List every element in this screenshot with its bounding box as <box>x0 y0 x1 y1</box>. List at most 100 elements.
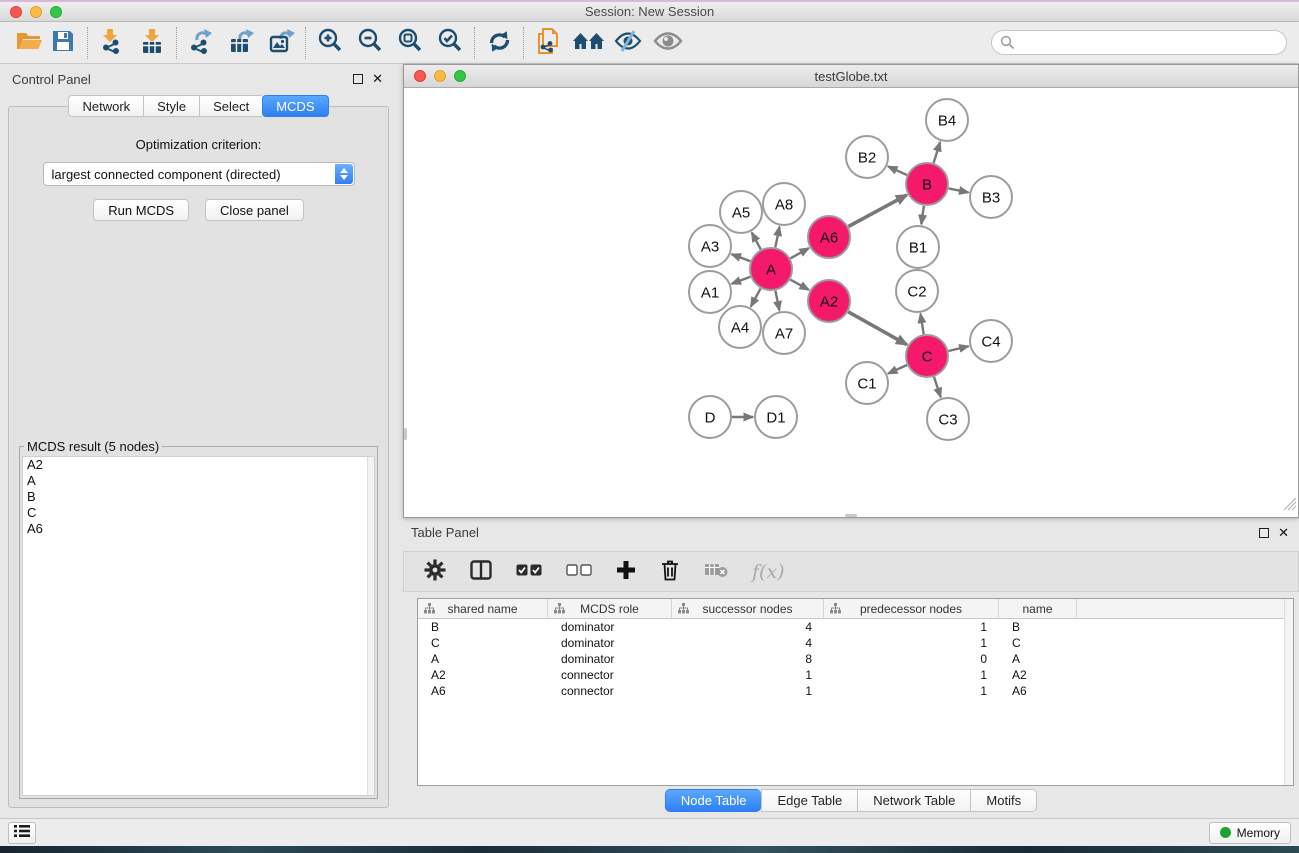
import-network-button[interactable] <box>95 26 129 60</box>
search-input[interactable] <box>991 30 1287 55</box>
close-window-button[interactable] <box>10 6 22 18</box>
graph-node-A8[interactable]: A8 <box>763 183 805 225</box>
graph-edge-A-A7[interactable] <box>775 291 779 311</box>
mcds-result-list[interactable]: A2ABCA6 <box>22 456 375 796</box>
function-builder-button[interactable]: f(x) <box>752 561 785 583</box>
graph-node-B4[interactable]: B4 <box>926 99 968 141</box>
run-mcds-button[interactable]: Run MCDS <box>93 199 189 221</box>
delete-table-button[interactable] <box>704 562 728 581</box>
graph-node-A[interactable]: A <box>750 248 792 290</box>
graph-node-B2[interactable]: B2 <box>846 136 888 178</box>
canvas-vertical-scroll-thumb[interactable] <box>404 428 407 440</box>
column-header-shared-name[interactable]: shared name <box>418 599 548 619</box>
graph-edge-A2-C[interactable] <box>848 312 907 345</box>
zoom-network-button[interactable] <box>454 70 466 82</box>
column-settings-button[interactable] <box>424 559 446 584</box>
graph-edge-A-A3[interactable] <box>732 254 751 261</box>
close-panel-icon[interactable]: ✕ <box>372 74 383 84</box>
tab-edge-table[interactable]: Edge Table <box>761 789 857 812</box>
export-network-button[interactable] <box>184 26 218 60</box>
float-panel-icon[interactable] <box>353 74 363 84</box>
graph-edge-B-B3[interactable] <box>949 188 969 192</box>
graph-node-C3[interactable]: C3 <box>927 398 969 440</box>
graph-node-A3[interactable]: A3 <box>689 225 731 267</box>
graph-node-A4[interactable]: A4 <box>719 306 761 348</box>
hide-selected-button[interactable] <box>611 26 645 60</box>
graph-edge-A-A1[interactable] <box>732 277 751 284</box>
graph-edge-C-C3[interactable] <box>934 377 941 397</box>
graph-node-C4[interactable]: C4 <box>970 320 1012 362</box>
show-column-panel-button[interactable] <box>470 560 492 583</box>
close-panel-button[interactable]: Close panel <box>205 199 304 221</box>
zoom-selected-button[interactable] <box>433 26 467 60</box>
graph-node-A1[interactable]: A1 <box>689 271 731 313</box>
table-row[interactable]: A2connector11A2 <box>418 667 1293 683</box>
refresh-button[interactable] <box>482 26 516 60</box>
zoom-window-button[interactable] <box>50 6 62 18</box>
table-row[interactable]: Bdominator41B <box>418 619 1293 635</box>
graph-node-B[interactable]: B <box>906 163 948 205</box>
mcds-result-item[interactable]: A <box>23 473 374 489</box>
table-row[interactable]: Cdominator41C <box>418 635 1293 651</box>
float-table-panel-icon[interactable] <box>1259 528 1269 538</box>
graph-node-A6[interactable]: A6 <box>808 216 850 258</box>
mcds-result-item[interactable]: A2 <box>23 457 374 473</box>
graph-edge-A-A4[interactable] <box>751 288 761 306</box>
graph-edge-B-B2[interactable] <box>888 166 907 175</box>
graph-edge-B-B1[interactable] <box>921 206 924 224</box>
delete-columns-button[interactable] <box>660 559 680 584</box>
clone-network-button[interactable] <box>531 26 565 60</box>
graph-node-C2[interactable]: C2 <box>896 270 938 312</box>
zoom-out-button[interactable] <box>353 26 387 60</box>
table-scrollbar[interactable] <box>1284 599 1293 785</box>
column-header-successor-nodes[interactable]: successor nodes <box>672 599 824 619</box>
graph-edge-A-A6[interactable] <box>790 248 809 258</box>
graph-node-C[interactable]: C <box>906 335 948 377</box>
import-table-button[interactable] <box>135 26 169 60</box>
task-history-button[interactable] <box>8 822 36 844</box>
canvas-horizontal-scroll-thumb[interactable] <box>845 514 857 517</box>
tab-mcds[interactable]: MCDS <box>262 95 328 117</box>
network-window-titlebar[interactable]: testGlobe.txt <box>404 65 1298 88</box>
mcds-list-scrollbar[interactable] <box>367 457 374 795</box>
graph-node-B1[interactable]: B1 <box>897 226 939 268</box>
graph-edge-B-B4[interactable] <box>934 142 941 163</box>
export-table-button[interactable] <box>224 26 258 60</box>
graph-edge-A-A8[interactable] <box>775 227 779 248</box>
unselect-all-columns-button[interactable] <box>566 564 592 579</box>
graph-edge-A-A5[interactable] <box>752 232 761 249</box>
graph-edge-C-C1[interactable] <box>888 365 907 374</box>
optimization-criterion-select[interactable]: largest connected component (directed) <box>43 162 355 186</box>
graph-edge-A-A2[interactable] <box>790 280 809 290</box>
tab-select[interactable]: Select <box>199 95 262 117</box>
table-row[interactable]: Adominator80A <box>418 651 1293 667</box>
graph-edge-C-C2[interactable] <box>921 314 924 335</box>
network-window-controls[interactable] <box>414 70 466 82</box>
network-canvas[interactable]: B4B2BB3A8A5A6A3B1AA1C2A2A4A7C4CC1C3DD1 <box>404 88 1298 517</box>
graph-node-C1[interactable]: C1 <box>846 362 888 404</box>
mcds-result-item[interactable]: C <box>23 505 374 521</box>
tab-motifs[interactable]: Motifs <box>970 789 1037 812</box>
first-neighbors-button[interactable] <box>571 26 605 60</box>
mcds-result-item[interactable]: B <box>23 489 374 505</box>
tab-network[interactable]: Network <box>68 95 143 117</box>
graph-node-A7[interactable]: A7 <box>763 312 805 354</box>
graph-node-D[interactable]: D <box>689 396 731 438</box>
graph-node-A2[interactable]: A2 <box>808 280 850 322</box>
column-header-predecessor-nodes[interactable]: predecessor nodes <box>824 599 999 619</box>
minimize-network-button[interactable] <box>434 70 446 82</box>
memory-button[interactable]: Memory <box>1209 822 1291 844</box>
tab-network-table[interactable]: Network Table <box>857 789 970 812</box>
close-network-button[interactable] <box>414 70 426 82</box>
tab-node-table[interactable]: Node Table <box>665 789 762 812</box>
window-controls[interactable] <box>10 6 62 18</box>
show-all-button[interactable] <box>651 26 685 60</box>
tab-style[interactable]: Style <box>143 95 199 117</box>
graph-node-D1[interactable]: D1 <box>755 396 797 438</box>
add-column-button[interactable] <box>616 560 636 583</box>
zoom-in-button[interactable] <box>313 26 347 60</box>
mcds-result-item[interactable]: A6 <box>23 521 374 537</box>
open-session-button[interactable] <box>12 26 46 60</box>
zoom-fit-button[interactable] <box>393 26 427 60</box>
close-table-panel-icon[interactable]: ✕ <box>1278 528 1289 538</box>
